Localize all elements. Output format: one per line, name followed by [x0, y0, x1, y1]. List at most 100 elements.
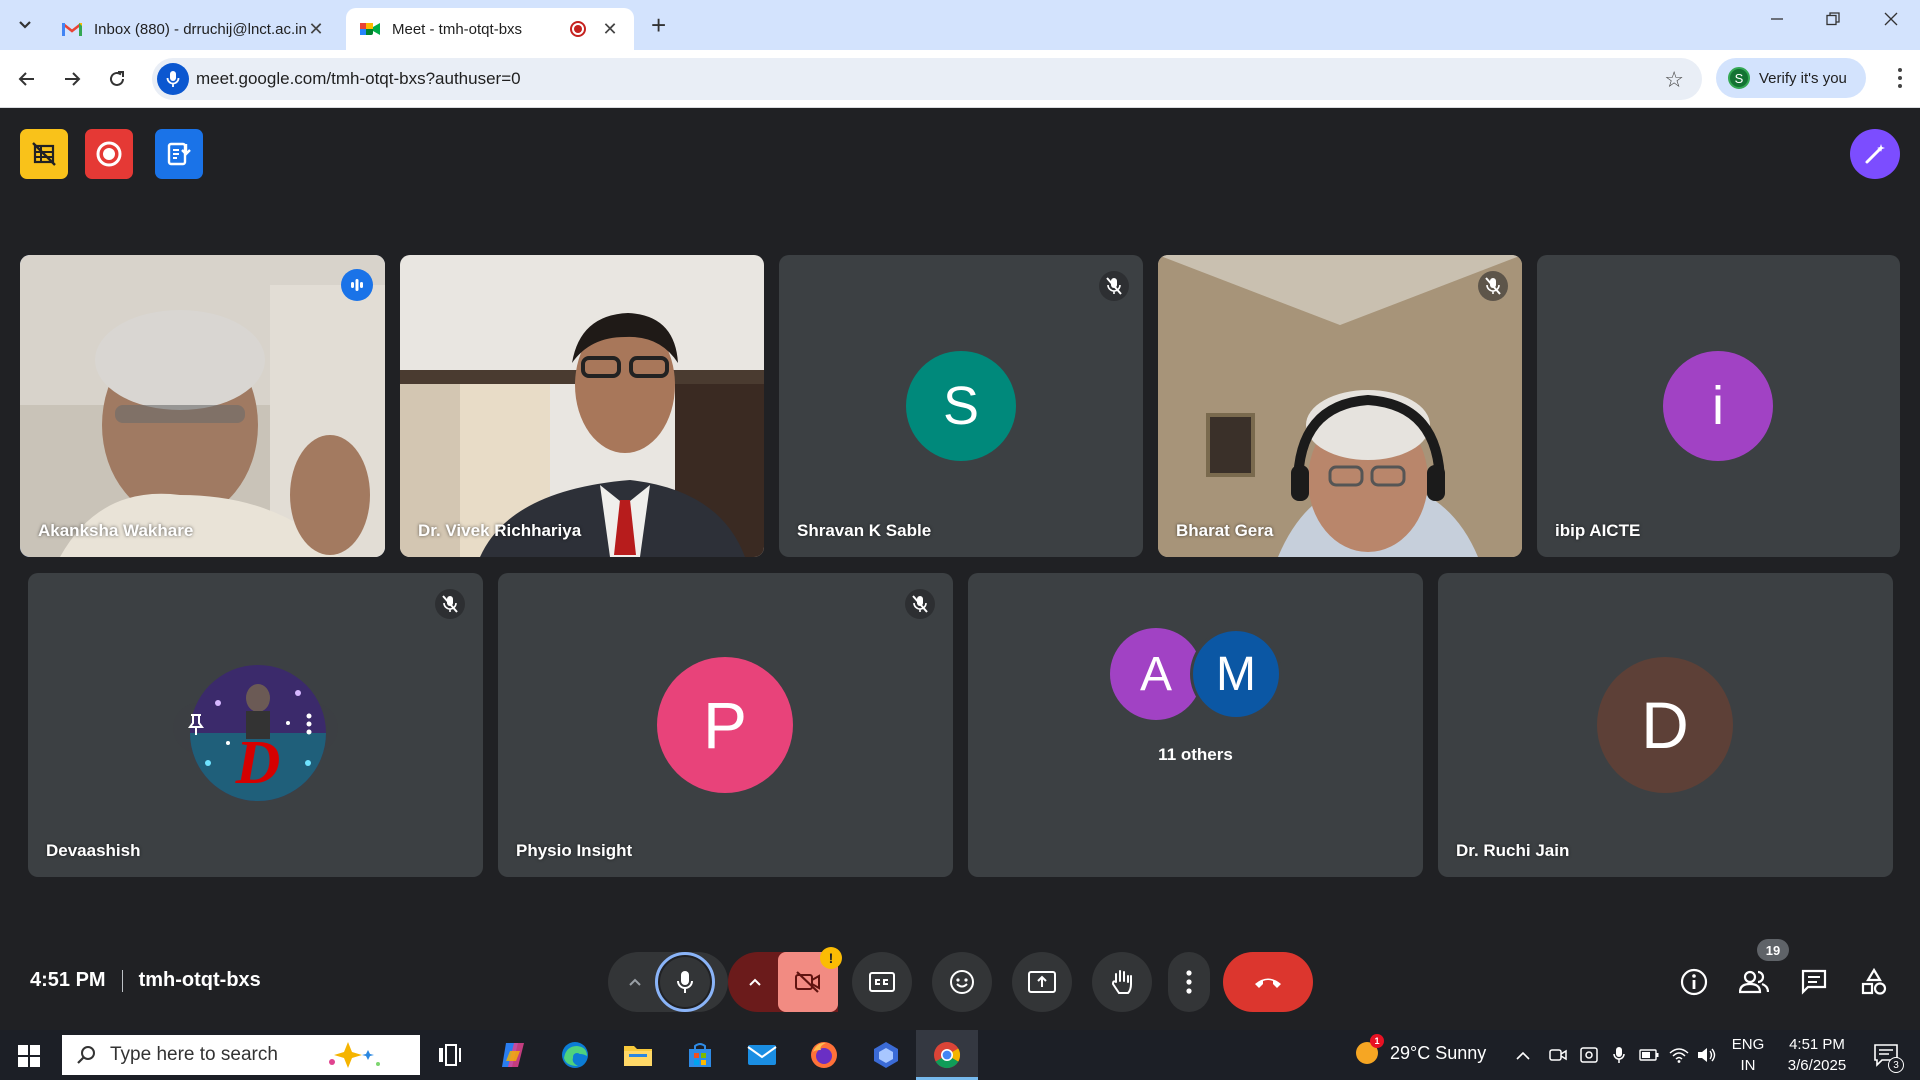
file-explorer-icon[interactable]: [622, 1039, 654, 1071]
reactions-button[interactable]: [932, 952, 992, 1012]
search-placeholder: Type here to search: [110, 1044, 278, 1065]
hide-others-button[interactable]: [20, 129, 68, 179]
no-video-grid-icon: [32, 142, 56, 166]
participant-tile[interactable]: D Dr. Ruchi Jain: [1438, 573, 1893, 877]
bookmark-star-icon[interactable]: ☆: [1664, 67, 1684, 93]
notes-download-icon: [167, 142, 191, 166]
windows-taskbar: Type here to search 1 29°C Sunny ENG IN …: [0, 1030, 1920, 1080]
participant-tile[interactable]: Bharat Gera: [1158, 255, 1522, 557]
mic-icon: [677, 971, 693, 993]
search-icon: [77, 1046, 95, 1064]
more-options-button[interactable]: [1168, 952, 1210, 1012]
edge-browser-icon[interactable]: [559, 1039, 591, 1071]
mic-off-icon: [1099, 271, 1129, 301]
participant-name: Physio Insight: [516, 841, 633, 860]
participant-name: Bharat Gera: [1176, 521, 1274, 540]
participant-name: Shravan K Sable: [797, 521, 932, 540]
clock-time: 4:51 PM: [1789, 1036, 1845, 1053]
verify-identity-button[interactable]: S Verify it's you: [1716, 58, 1866, 98]
participant-tile[interactable]: D Devaashish: [28, 573, 483, 877]
pin-icon[interactable]: [188, 713, 204, 737]
clock[interactable]: 4:51 PM 3/6/2025: [1772, 1034, 1862, 1076]
gmail-icon: [62, 19, 82, 39]
participant-avatar: i: [1663, 351, 1773, 461]
activities-button[interactable]: [1858, 966, 1890, 998]
people-icon: [1739, 970, 1769, 994]
camera-warning-badge: !: [820, 947, 842, 969]
tab-search-button[interactable]: [10, 12, 40, 38]
chrome-icon[interactable]: [931, 1039, 963, 1071]
microsoft-store-icon[interactable]: [684, 1039, 716, 1071]
tab-meet[interactable]: Meet - tmh-otqt-bxs ✕: [346, 8, 634, 50]
present-screen-icon: [1028, 971, 1056, 993]
taskbar-search-input[interactable]: Type here to search: [62, 1035, 420, 1075]
participant-tile[interactable]: Dr. Vivek Richhariya: [400, 255, 764, 557]
language-code: ENG: [1731, 1036, 1765, 1053]
present-screen-button[interactable]: [1012, 952, 1072, 1012]
webcam-tray-icon[interactable]: [1578, 1039, 1600, 1071]
start-button[interactable]: [18, 1045, 40, 1072]
chat-icon: [1801, 969, 1827, 995]
record-icon: [96, 141, 122, 167]
site-info-mic-icon[interactable]: [157, 63, 189, 95]
svg-text:D: D: [235, 729, 281, 797]
meet-tray-icon[interactable]: [1547, 1039, 1569, 1071]
participant-name: Akanksha Wakhare: [38, 521, 194, 540]
mic-off-icon: [1478, 271, 1508, 301]
microphone-button[interactable]: [655, 952, 715, 1012]
chevron-up-icon: [629, 978, 641, 986]
more-options-icon[interactable]: [306, 713, 312, 735]
meeting-details: 4:51 PM tmh-otqt-bxs: [30, 969, 261, 992]
weather-text: 29°C Sunny: [1390, 1042, 1487, 1063]
participant-group-tile[interactable]: A M 11 others: [968, 573, 1423, 877]
chevron-up-icon: [1516, 1051, 1530, 1060]
input-language-indicator[interactable]: ENG IN: [1728, 1034, 1768, 1076]
meet-icon: [360, 19, 380, 39]
tab-gmail-inbox[interactable]: Inbox (880) - drruchij@lnct.ac.in ✕: [48, 8, 340, 50]
microphone-in-use-icon[interactable]: [1608, 1039, 1630, 1071]
participant-tile[interactable]: Akanksha Wakhare: [20, 255, 385, 557]
leave-call-button[interactable]: [1223, 952, 1313, 1012]
people-button[interactable]: [1738, 966, 1770, 998]
wifi-icon[interactable]: [1668, 1039, 1690, 1071]
participant-name: Devaashish: [46, 841, 141, 860]
sun-icon: 1: [1356, 1034, 1384, 1064]
browser-menu-icon[interactable]: [1898, 68, 1902, 92]
copilot-icon[interactable]: [497, 1039, 529, 1071]
close-window-button[interactable]: [1876, 10, 1906, 31]
minimize-window-button[interactable]: [1762, 10, 1792, 31]
participant-video: [1158, 255, 1522, 557]
sandbox-app-icon[interactable]: [870, 1039, 902, 1071]
weather-widget[interactable]: 1 29°C Sunny: [1356, 1034, 1487, 1064]
mail-icon[interactable]: [746, 1039, 778, 1071]
forward-button[interactable]: [59, 66, 85, 92]
close-tab-icon[interactable]: ✕: [600, 19, 620, 40]
address-bar[interactable]: meet.google.com/tmh-otqt-bxs?authuser=0 …: [152, 58, 1702, 100]
meeting-code: tmh-otqt-bxs: [138, 969, 261, 991]
participant-tile[interactable]: i ibip AICTE: [1537, 255, 1900, 557]
firefox-icon[interactable]: [808, 1039, 840, 1071]
participant-avatar: D: [1597, 657, 1733, 793]
verify-label: Verify it's you: [1759, 69, 1847, 87]
volume-icon[interactable]: [1696, 1039, 1718, 1071]
participant-tile[interactable]: P Physio Insight: [498, 573, 953, 877]
participant-tile[interactable]: S Shravan K Sable: [779, 255, 1143, 557]
show-hidden-icons-button[interactable]: [1512, 1039, 1534, 1071]
task-view-icon[interactable]: [434, 1039, 466, 1071]
notification-center-button[interactable]: 3: [1866, 1039, 1906, 1073]
meeting-details-button[interactable]: [1678, 966, 1710, 998]
meeting-time: 4:51 PM: [30, 969, 106, 991]
closed-captions-icon: [869, 972, 895, 992]
restore-window-button[interactable]: [1818, 10, 1848, 31]
ai-assist-button[interactable]: [1850, 129, 1900, 179]
chat-button[interactable]: [1798, 966, 1830, 998]
notes-button[interactable]: [155, 129, 203, 179]
captions-button[interactable]: [852, 952, 912, 1012]
back-button[interactable]: [14, 66, 40, 92]
new-tab-button[interactable]: +: [651, 12, 666, 38]
recording-button[interactable]: [85, 129, 133, 179]
battery-icon[interactable]: [1638, 1039, 1660, 1071]
reload-button[interactable]: [104, 66, 130, 92]
close-tab-icon[interactable]: ✕: [306, 19, 326, 40]
raise-hand-button[interactable]: [1092, 952, 1152, 1012]
